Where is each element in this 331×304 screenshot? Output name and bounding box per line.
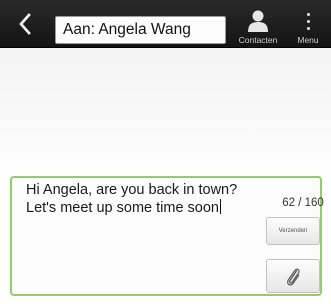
- message-input[interactable]: Hi Angela, are you back in town? Let's m…: [26, 182, 256, 217]
- menu-label: Menu: [297, 35, 319, 45]
- menu-button[interactable]: Menu: [288, 6, 328, 48]
- attach-button[interactable]: [266, 259, 320, 293]
- top-action-bar: Aan: Angela Wang Contacten Menu: [0, 0, 331, 48]
- text-cursor: [219, 199, 221, 214]
- back-button[interactable]: [6, 6, 44, 42]
- send-button[interactable]: Verzenden: [266, 217, 320, 245]
- message-line-2: Let's meet up some time soon: [26, 199, 256, 217]
- character-counter: 62 / 160: [282, 197, 324, 209]
- recipient-field[interactable]: Aan: Angela Wang: [55, 16, 226, 44]
- contacts-button[interactable]: Contacten: [232, 6, 284, 48]
- message-line-2-text: Let's meet up some time soon: [26, 200, 219, 216]
- conversation-area: [0, 48, 331, 176]
- overflow-menu-icon: [306, 9, 310, 33]
- back-arrow-icon: [19, 13, 31, 35]
- person-icon: [248, 10, 268, 32]
- paperclip-icon: [286, 268, 300, 286]
- message-line-1: Hi Angela, are you back in town?: [26, 182, 238, 198]
- compose-box: Hi Angela, are you back in town? Let's m…: [10, 176, 324, 296]
- contacts-label: Contacten: [238, 35, 278, 45]
